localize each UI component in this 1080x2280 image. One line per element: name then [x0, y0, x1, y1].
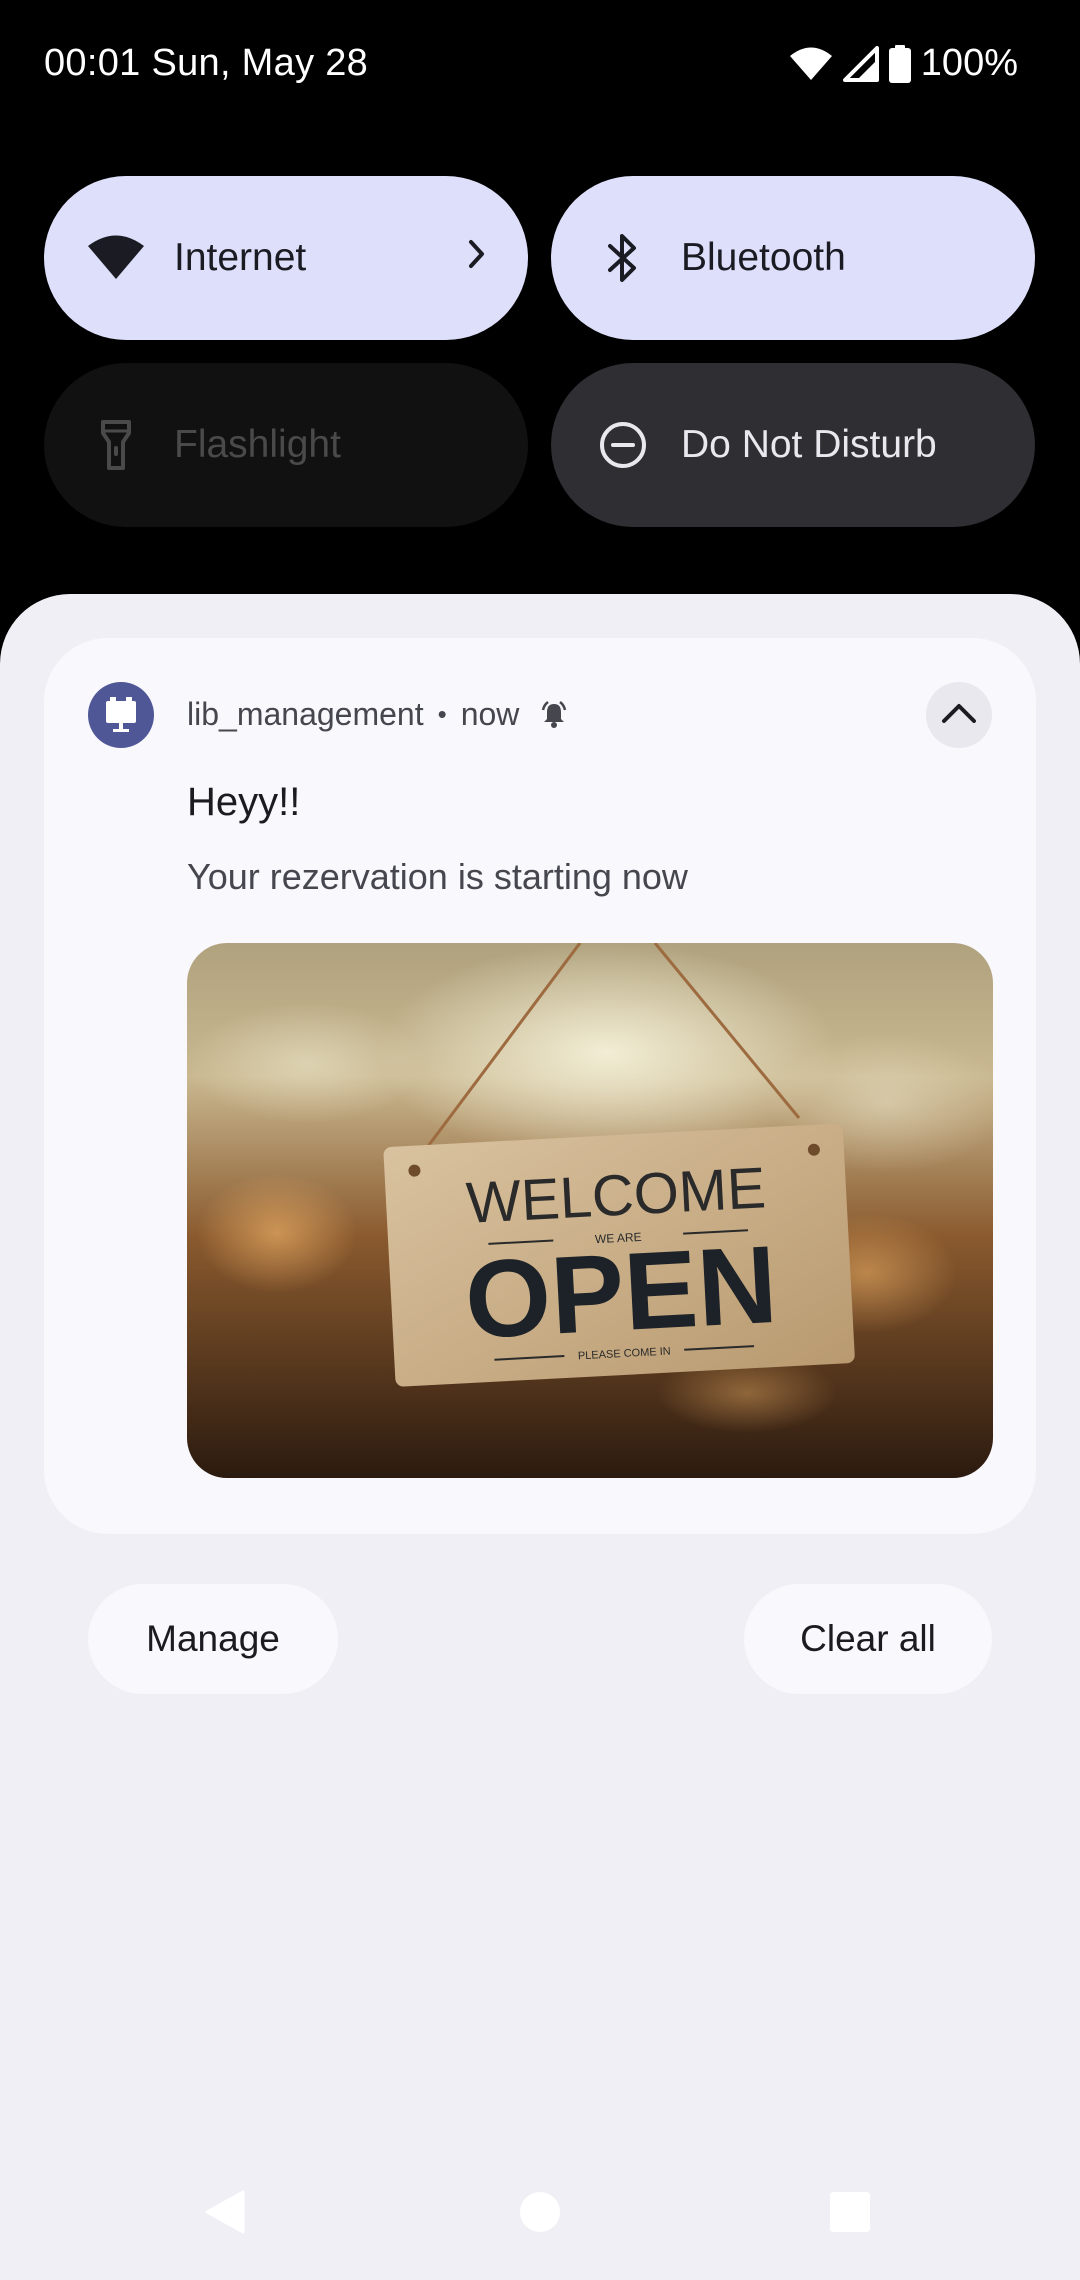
tile-flashlight-label: Flashlight [174, 423, 341, 466]
manage-button[interactable]: Manage [88, 1584, 338, 1694]
notification-time: now [460, 696, 520, 732]
notification-header: lib_management • now [187, 696, 569, 733]
recents-icon [828, 2190, 872, 2239]
notification-title: Heyy!! [187, 780, 301, 824]
status-bar: 00:01 Sun, May 28 100% [0, 0, 1080, 134]
wifi-icon [789, 47, 833, 81]
battery-icon [888, 44, 911, 83]
wifi-icon [86, 228, 146, 288]
collapse-notification-button[interactable] [926, 682, 992, 748]
header-separator: • [437, 699, 447, 729]
chevron-right-icon [466, 236, 488, 280]
notification-shade-screen: 00:01 Sun, May 28 100% Internet Bluetoot… [0, 0, 1080, 2280]
tile-bluetooth-label: Bluetooth [681, 236, 846, 279]
tile-flashlight[interactable]: Flashlight [44, 363, 528, 527]
do-not-disturb-icon [593, 415, 653, 475]
tile-internet[interactable]: Internet [44, 176, 528, 340]
flashlight-icon [86, 415, 146, 475]
cellular-signal-icon [842, 45, 879, 82]
status-time-date: 00:01 Sun, May 28 [44, 42, 369, 84]
back-icon [201, 2188, 249, 2241]
notification-card[interactable]: lib_management • now Heyy!! Your rezerva… [44, 638, 1036, 1534]
notification-app-name: lib_management [187, 696, 424, 732]
home-icon [518, 2190, 562, 2239]
tile-internet-label: Internet [174, 236, 307, 279]
notification-text: Your rezervation is starting now [187, 856, 688, 897]
home-button[interactable] [500, 2174, 580, 2254]
alerting-bell-icon [539, 700, 569, 730]
notification-shade: lib_management • now Heyy!! Your rezerva… [0, 594, 1080, 2280]
sign-open-text: OPEN [462, 1223, 780, 1362]
tile-do-not-disturb-label: Do Not Disturb [681, 423, 937, 466]
battery-percentage: 100% [920, 42, 1018, 84]
tile-bluetooth[interactable]: Bluetooth [551, 176, 1035, 340]
status-icons: 100% [789, 42, 1018, 85]
tile-do-not-disturb[interactable]: Do Not Disturb [551, 363, 1035, 527]
navigation-bar [0, 2150, 1080, 2280]
chevron-up-icon [940, 701, 978, 730]
app-icon [88, 682, 154, 748]
bluetooth-icon [593, 228, 653, 288]
back-button[interactable] [185, 2174, 265, 2254]
recents-button[interactable] [810, 2174, 890, 2254]
clear-all-button[interactable]: Clear all [744, 1584, 992, 1694]
welcome-open-sign-image: WELCOME WE ARE OPEN PLEASE COME IN [187, 943, 993, 1478]
